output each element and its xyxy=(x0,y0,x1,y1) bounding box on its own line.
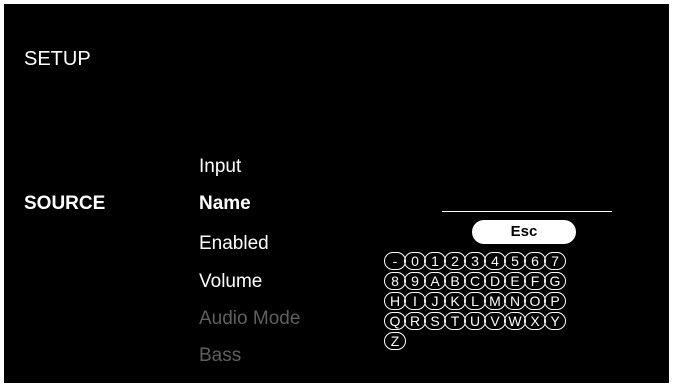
key-2[interactable]: 2 xyxy=(444,252,466,270)
key-g[interactable]: G xyxy=(544,272,566,290)
key-c[interactable]: C xyxy=(464,272,486,290)
key-s[interactable]: S xyxy=(424,312,446,330)
key-0[interactable]: 0 xyxy=(404,252,426,270)
name-input-field[interactable] xyxy=(442,203,612,212)
key-b[interactable]: B xyxy=(444,272,466,290)
key-9[interactable]: 9 xyxy=(404,272,426,290)
key-y[interactable]: Y xyxy=(544,312,566,330)
setup-screen: SETUP SOURCE Input Name Enabled Volume A… xyxy=(4,4,669,383)
key-v[interactable]: V xyxy=(484,312,506,330)
key-1[interactable]: 1 xyxy=(424,252,446,270)
menu-item-name[interactable]: Name xyxy=(199,193,251,215)
keyboard-row-1: - 0 1 2 3 4 5 6 7 xyxy=(384,252,566,270)
menu-item-enabled[interactable]: Enabled xyxy=(199,233,269,255)
key-8[interactable]: 8 xyxy=(384,272,406,290)
key-m[interactable]: M xyxy=(484,292,506,310)
menu-item-audio-mode: Audio Mode xyxy=(199,308,301,329)
key-e[interactable]: E xyxy=(504,272,526,290)
key-x[interactable]: X xyxy=(524,312,546,330)
keyboard-row-4: Q R S T U V W X Y xyxy=(384,312,566,330)
key-a[interactable]: A xyxy=(424,272,446,290)
key-o[interactable]: O xyxy=(524,292,546,310)
page-title: SETUP xyxy=(24,48,91,70)
menu-item-volume[interactable]: Volume xyxy=(199,271,262,293)
key-7[interactable]: 7 xyxy=(544,252,566,270)
key-u[interactable]: U xyxy=(464,312,486,330)
key-j[interactable]: J xyxy=(424,292,446,310)
keyboard-row-5: Z xyxy=(384,332,406,350)
key-n[interactable]: N xyxy=(504,292,526,310)
key-f[interactable]: F xyxy=(524,272,546,290)
menu-item-input[interactable]: Input xyxy=(199,156,241,178)
key-h[interactable]: H xyxy=(384,292,406,310)
esc-button[interactable]: Esc xyxy=(472,220,576,244)
menu-item-bass: Bass xyxy=(199,345,242,366)
key-i[interactable]: I xyxy=(404,292,426,310)
key-l[interactable]: L xyxy=(464,292,486,310)
key-6[interactable]: 6 xyxy=(524,252,546,270)
key-p[interactable]: P xyxy=(544,292,566,310)
key-k[interactable]: K xyxy=(444,292,466,310)
keyboard-row-2: 8 9 A B C D E F G xyxy=(384,272,566,290)
key-t[interactable]: T xyxy=(444,312,466,330)
key-3[interactable]: 3 xyxy=(464,252,486,270)
section-label: SOURCE xyxy=(24,193,106,214)
key-z[interactable]: Z xyxy=(384,332,406,350)
key-4[interactable]: 4 xyxy=(484,252,506,270)
key-r[interactable]: R xyxy=(404,312,426,330)
key-dash[interactable]: - xyxy=(384,252,406,270)
keyboard-row-3: H I J K L M N O P xyxy=(384,292,566,310)
key-5[interactable]: 5 xyxy=(504,252,526,270)
key-w[interactable]: W xyxy=(504,312,526,330)
key-q[interactable]: Q xyxy=(384,312,406,330)
key-d[interactable]: D xyxy=(484,272,506,290)
